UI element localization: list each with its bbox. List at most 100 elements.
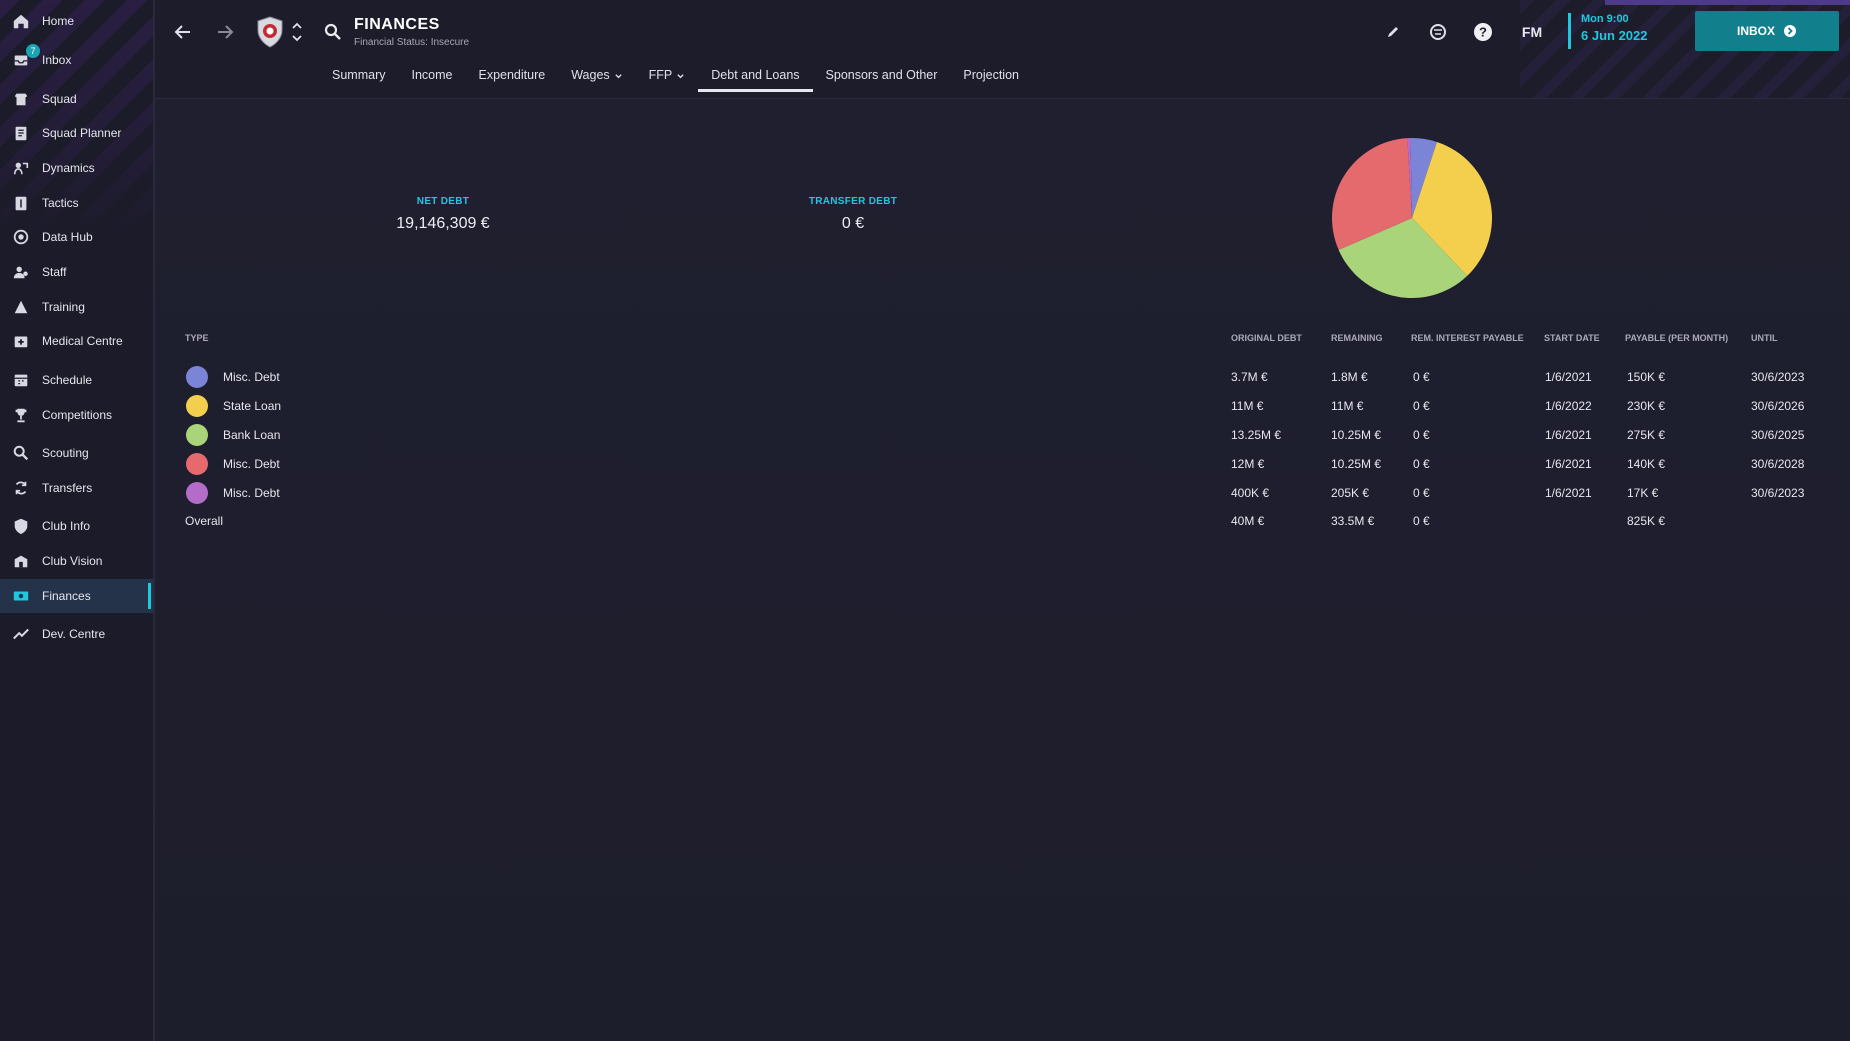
club-vision-icon [11,551,31,571]
sidebar-item-squad[interactable]: Squad [0,82,153,116]
back-button[interactable] [169,18,197,46]
cell-type: Misc. Debt [223,370,280,384]
column-header-start[interactable]: START DATE [1544,333,1600,343]
sidebar-item-data-hub[interactable]: Data Hub [0,220,153,254]
table-row[interactable]: Misc. Debt 12M € 10.25M € 0 € 1/6/2021 140K €… [155,452,1835,476]
sidebar-item-tactics[interactable]: Tactics [0,186,153,220]
inbox-icon: 7 [11,44,40,70]
tab-income[interactable]: Income [398,62,465,92]
help-icon: ? [1474,23,1492,41]
cell-until: 30/6/2023 [1751,370,1805,384]
table-row[interactable]: Misc. Debt 3.7M € 1.8M € 0 € 1/6/2021 150K € 3… [155,365,1835,389]
sidebar: Home 7 Inbox Squad Squad Planner Dynamics Tact… [0,0,155,1041]
cell-type: Misc. Debt [223,486,280,500]
cell-remaining: 205K € [1331,486,1370,500]
column-header-type[interactable]: TYPE [185,333,209,343]
overall-label: Overall [185,514,224,528]
cell-payable: 140K € [1627,457,1666,471]
search-icon [324,23,341,40]
table-row[interactable]: Misc. Debt 400K € 205K € 0 € 1/6/2021 17K € 30… [155,481,1835,505]
cell-interest: 0 € [1413,486,1430,500]
debt-color-swatch [186,482,208,504]
cell-remaining: 11M € [1331,399,1364,413]
sidebar-item-label: Inbox [42,53,72,67]
cell-interest: 0 € [1413,428,1430,442]
chevron-up-down-icon [292,22,302,42]
tab-wages[interactable]: Wages [558,62,635,92]
sidebar-item-label: Transfers [42,481,93,495]
fm-menu-button[interactable]: FM [1515,20,1549,44]
sidebar-item-training[interactable]: Training [0,290,153,324]
tab-projection[interactable]: Projection [950,62,1032,92]
sidebar-item-club-info[interactable]: Club Info [0,509,153,543]
finance-tabs: Summary Income Expenditure Wages FFP Debt and… [319,62,1032,92]
cell-remaining: 10.25M € [1331,457,1382,471]
tab-label: Wages [571,68,610,82]
tab-label: Expenditure [478,68,546,82]
cell-type: Misc. Debt [223,457,280,471]
cell-payable: 150K € [1627,370,1666,384]
column-header-original[interactable]: ORIGINAL DEBT [1231,333,1302,343]
column-header-until[interactable]: UNTIL [1751,333,1778,343]
squad-icon [11,89,31,109]
cell-start: 1/6/2022 [1545,399,1592,413]
sidebar-item-squad-planner[interactable]: Squad Planner [0,116,153,150]
tab-label: Projection [963,68,1019,82]
cell-interest: 0 € [1413,457,1430,471]
sidebar-item-scouting[interactable]: Scouting [0,436,153,470]
tab-label: Summary [332,68,386,82]
help-button[interactable]: ? [1470,19,1496,45]
inbox-continue-button[interactable]: INBOX [1695,11,1839,51]
sidebar-item-label: Staff [42,265,67,279]
sidebar-item-staff[interactable]: Staff [0,255,153,289]
sidebar-item-label: Squad [42,92,77,106]
table-row[interactable]: State Loan 11M € 11M € 0 € 1/6/2022 230K € 30/… [155,394,1835,418]
tab-sponsors-and-other[interactable]: Sponsors and Other [813,62,951,92]
column-header-payable[interactable]: PAYABLE (PER MONTH) [1625,333,1728,343]
edit-button[interactable] [1381,20,1405,44]
sidebar-item-inbox[interactable]: 7 Inbox [0,43,153,77]
cell-until: 30/6/2025 [1751,428,1805,442]
medical-centre-icon [11,331,31,351]
transfer-debt-stat: TRANSFER DEBT 0 € [753,196,953,233]
cell-original: 13.25M € [1231,428,1282,442]
tab-label: Sponsors and Other [825,68,938,82]
net-debt-label: NET DEBT [416,196,470,207]
club-badge[interactable] [253,14,287,50]
sidebar-item-home[interactable]: Home [0,4,153,38]
sidebar-item-dynamics[interactable]: Dynamics [0,151,153,185]
sidebar-item-transfers[interactable]: Transfers [0,471,153,505]
search-button[interactable] [321,20,345,44]
table-row[interactable]: Bank Loan 13.25M € 10.25M € 0 € 1/6/2021 275K… [155,423,1835,447]
chevron-down-icon [676,68,685,84]
cell-remaining: 10.25M € [1331,428,1382,442]
cell-payable: 17K € [1627,486,1659,500]
active-indicator [148,583,151,609]
sidebar-item-medical-centre[interactable]: Medical Centre [0,324,153,358]
cell-start: 1/6/2021 [1545,370,1592,384]
tab-summary[interactable]: Summary [319,62,398,92]
sidebar-item-club-vision[interactable]: Club Vision [0,544,153,578]
sidebar-item-competitions[interactable]: Competitions [0,398,153,432]
sidebar-item-label: Schedule [42,373,93,387]
forward-button[interactable] [211,18,239,46]
sidebar-item-label: Squad Planner [42,126,122,140]
sidebar-item-schedule[interactable]: Schedule [0,363,153,397]
sidebar-item-label: Scouting [42,446,89,460]
social-feed-button[interactable] [1425,19,1451,45]
staff-icon [11,262,31,282]
tab-debt-and-loans[interactable]: Debt and Loans [698,62,813,92]
transfers-icon [11,478,31,498]
column-header-interest[interactable]: REM. INTEREST PAYABLE [1411,333,1524,343]
net-debt-stat: NET DEBT 19,146,309 € [343,196,543,233]
tab-label: Income [411,68,453,82]
column-header-remaining[interactable]: REMAINING [1331,333,1383,343]
page-title: FINANCES [354,16,440,33]
tab-ffp[interactable]: FFP [636,62,699,92]
cell-payable: 230K € [1627,399,1666,413]
tab-expenditure[interactable]: Expenditure [465,62,558,92]
sidebar-item-dev-centre[interactable]: Dev. Centre [0,617,153,651]
game-date[interactable]: Mon 9:00 6 Jun 2022 [1568,13,1648,49]
sidebar-item-finances[interactable]: Finances [0,579,153,613]
club-switch-button[interactable] [288,16,306,48]
